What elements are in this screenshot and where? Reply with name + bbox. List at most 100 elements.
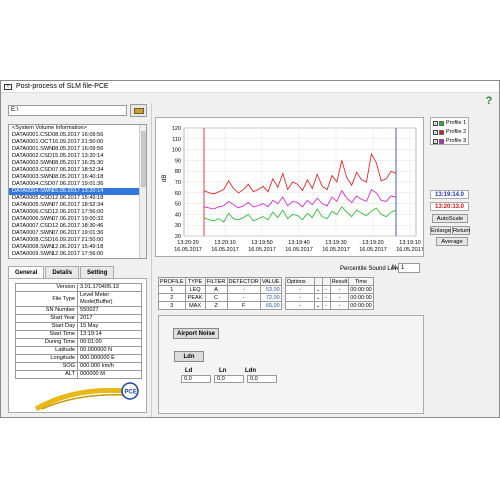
autoscale-button[interactable]: AutoScale: [432, 214, 468, 223]
file-list-item[interactable]: DATA0002.CSD 15.05.2017 13:20:14: [9, 153, 146, 160]
option-select-2[interactable]: -: [321, 293, 331, 302]
chart-svg[interactable]: 2030405060708090100110120dB13:20:2016.05…: [156, 118, 424, 256]
column-header: [313, 277, 323, 286]
file-list-item[interactable]: DATA0006.SWN 07.06.2017 19:00:32: [9, 216, 146, 223]
profile-checkbox[interactable]: ✓: [433, 120, 438, 126]
dropdown-arrow-icon[interactable]: ⌄: [313, 293, 323, 302]
profile-checkbox[interactable]: ✓: [433, 138, 438, 144]
file-list[interactable]: <System Volume Information> DATA0001.CSD 0…: [8, 124, 147, 259]
legend-profile-2[interactable]: ✓ Profile 2: [431, 128, 468, 136]
pce-logo: PCE: [34, 382, 139, 411]
file-list-item[interactable]: DATA0007.SWN 07.06.2017 19:01:36: [9, 230, 146, 237]
info-value: 000.000000 E: [77, 354, 142, 363]
dropdown-arrow-icon[interactable]: ⌄: [313, 285, 323, 294]
airport-noise-button[interactable]: Airport Noise: [173, 328, 219, 339]
file-list-item[interactable]: DATA0006.CSD 12.06.2017 17:56:00: [9, 209, 146, 216]
file-date: 12.06.2017 15:49:18: [52, 244, 104, 250]
file-list-item[interactable]: DATA0001.SWN 08.05.2017 16:09:56: [9, 146, 146, 153]
dropdown-arrow-icon[interactable]: ⌄: [313, 301, 323, 310]
file-name: DATA0008.CSD: [12, 237, 52, 243]
info-value: 000000 M: [77, 370, 142, 379]
ld-value: 0,0: [181, 375, 211, 383]
profile-color-swatch: [439, 138, 444, 144]
scrollbar-thumb[interactable]: [141, 131, 146, 187]
y-tick-label: 90: [175, 158, 181, 164]
x-tick-label: 13:19:30: [325, 240, 346, 246]
x-tick-date: 16.05.2017: [396, 247, 423, 253]
profile-table-header: PROFILE TYPE FILTER DETECTOR VALUE Options Res…: [158, 277, 374, 286]
option-select[interactable]: -: [284, 293, 315, 302]
file-date: 07.06.2017 19:01:36: [52, 181, 104, 187]
file-list-item[interactable]: <System Volume Information>: [9, 125, 146, 132]
column-header: [321, 277, 331, 286]
profile-checkbox[interactable]: ✓: [433, 129, 438, 135]
column-header: TYPE: [184, 277, 206, 286]
chart-panel[interactable]: 20 30 40 50 60 70 80 90 100 110 120 dB 13:20:20 16.05…: [155, 117, 424, 257]
file-name: DATA0009.SWN: [12, 251, 54, 257]
average-button[interactable]: Average: [436, 237, 468, 246]
profile-value: 65,00: [259, 301, 282, 310]
file-list-item[interactable]: DATA0003.CSD 07.06.2017 18:52:34: [9, 167, 146, 174]
enlarge-button[interactable]: Enlarge: [430, 226, 451, 235]
file-list-item[interactable]: DATA0005.SWN 07.06.2017 18:52:34: [9, 202, 146, 209]
window-title: Post-process of SLM file-PCE: [16, 83, 109, 90]
tab-details[interactable]: Details: [45, 266, 80, 278]
file-list-item[interactable]: DATA0009.SWN 12.06.2017 17:56:00: [9, 251, 146, 258]
info-key: Longitude: [15, 354, 78, 363]
profile-color-swatch: [439, 120, 444, 126]
profile-row: 1 LEQ A -53,00- ⌄ - -00:00:00: [158, 285, 374, 294]
profile-legend: ✓ Profile 1 ✓ Profile 2 ✓ Profile 3: [430, 117, 469, 145]
file-list-item[interactable]: DATA0003.SWN 08.05.2017 16:40:18: [9, 174, 146, 181]
info-value: 15 May: [77, 322, 142, 331]
y-tick-label: 50: [175, 202, 181, 208]
file-date: 12.06.2017 17:56:00: [52, 209, 104, 215]
profile-cell: MAX: [184, 301, 206, 310]
percentile-n-value: 1: [401, 265, 405, 271]
ldn-button[interactable]: Ldn: [174, 351, 204, 362]
app-icon: ≈: [4, 84, 12, 90]
option-select-2[interactable]: -: [321, 301, 331, 310]
time-cell: 00:00:00: [348, 293, 374, 302]
file-list-item[interactable]: DATA0004.SWN 15.05.2017 13:20:14: [9, 188, 146, 195]
file-list-item[interactable]: DATA0002.SWN 08.05.2017 16:25:30: [9, 160, 146, 167]
info-value: 13:19:14: [77, 330, 142, 339]
ldn-value: 0,0: [247, 375, 277, 383]
option-select[interactable]: -: [284, 301, 315, 310]
file-list-item[interactable]: DATA0008.CSD 16.09.2017 21:50:00: [9, 237, 146, 244]
file-list-item[interactable]: DATA0004.CSD 07.06.2017 19:01:36: [9, 181, 146, 188]
file-name: DATA0006.SWN: [12, 216, 54, 222]
return-button[interactable]: Return: [452, 226, 470, 235]
file-list-item[interactable]: DATA0007.CSD 12.06.2017 18:30:46: [9, 223, 146, 230]
option-select[interactable]: -: [284, 285, 315, 294]
main-window: ≈ Post-process of SLM file-PCE ? E:\ <Sy…: [0, 80, 500, 418]
path-input[interactable]: E:\: [8, 105, 127, 116]
file-list-item[interactable]: DATA0001.OCT 16.09.2017 21:50:00: [9, 139, 146, 146]
legend-profile-3[interactable]: ✓ Profile 3: [431, 137, 468, 145]
tab-general[interactable]: General: [8, 266, 45, 278]
scrollbar[interactable]: [139, 125, 146, 258]
y-tick-label: 60: [175, 191, 181, 197]
info-key: During Time: [15, 338, 78, 347]
file-list-item[interactable]: DATA0005.CSD 12.06.2017 15:49:18: [9, 195, 146, 202]
legend-profile-1[interactable]: ✓ Profile 1: [431, 119, 468, 127]
option-select-2[interactable]: -: [321, 285, 331, 294]
info-value: 00.000000 N: [77, 346, 142, 355]
tab-setting[interactable]: Setting: [80, 266, 115, 278]
profile-label: Profile 3: [446, 138, 467, 144]
profile-row: 3 MAX Z F 65,00- ⌄ - -00:00:00: [158, 301, 374, 310]
y-tick-label: 100: [172, 148, 181, 154]
column-header: DETECTOR: [226, 277, 261, 286]
file-list-item[interactable]: DATA0001.CSD 08.05.2017 16:09:56: [9, 132, 146, 139]
info-key: Start Year: [15, 314, 78, 323]
profile-cell: C: [204, 293, 228, 302]
file-name: DATA0005.SWN: [12, 202, 54, 208]
file-list-item[interactable]: DATA0008.SWN 12.06.2017 15:49:18: [9, 244, 146, 251]
percentile-n-input[interactable]: N1: [392, 263, 420, 273]
help-icon[interactable]: ?: [484, 95, 494, 107]
time-cell: 00:00:00: [348, 285, 374, 294]
open-folder-button[interactable]: [130, 104, 147, 117]
column-header: VALUE: [259, 277, 282, 286]
profile-row: 2 PEAK C -72,00- ⌄ - -00:00:00: [158, 293, 374, 302]
file-name: DATA0005.CSD: [12, 195, 52, 201]
x-tick-label: 13:19:50: [251, 240, 272, 246]
